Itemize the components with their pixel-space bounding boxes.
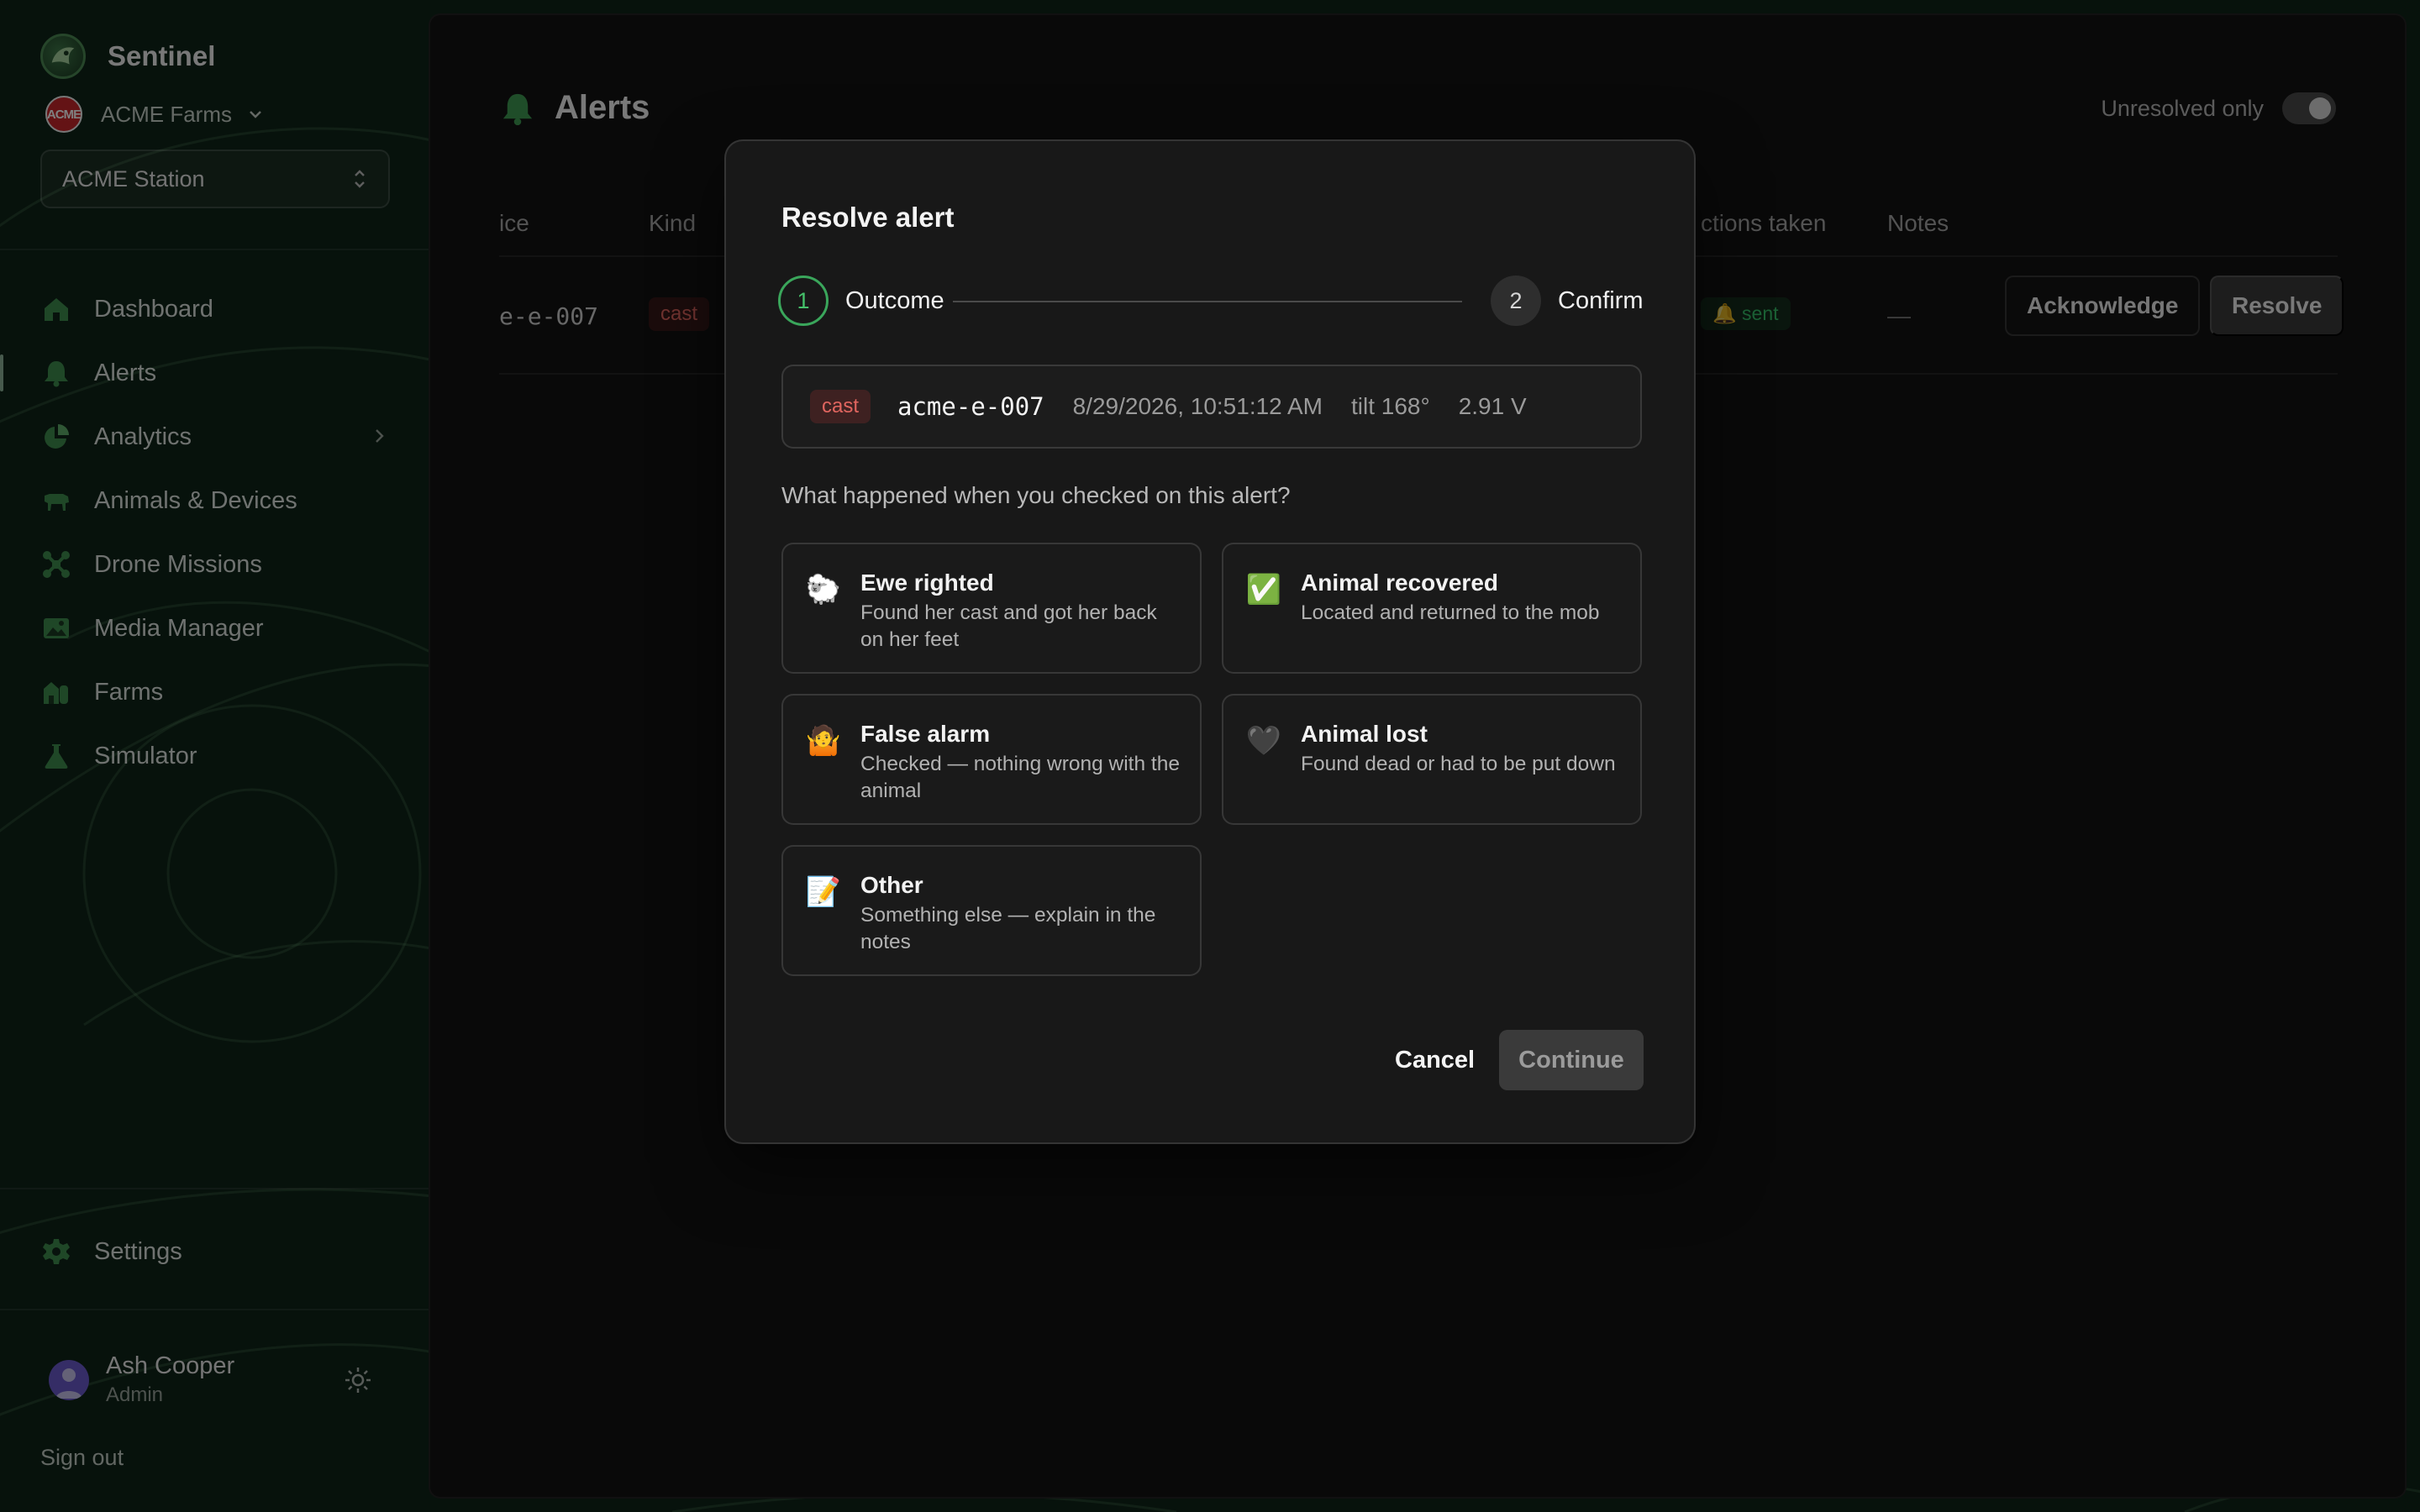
- summary-tilt: tilt 168°: [1350, 393, 1430, 419]
- sheep-icon: 🐑: [805, 574, 842, 606]
- option-animal-lost[interactable]: 🖤 Animal lost Found dead or had to be pu…: [1222, 694, 1642, 825]
- option-title: False alarm: [860, 721, 991, 747]
- summary-device: acme-e-007: [897, 392, 1044, 421]
- check-mark-icon: ✅: [1245, 574, 1282, 606]
- option-desc: Checked — nothing wrong with the animal: [860, 753, 1180, 802]
- shrug-icon: 🤷: [805, 725, 842, 757]
- continue-button[interactable]: Continue: [1499, 1030, 1644, 1090]
- step-1-label: Outcome: [845, 287, 944, 314]
- option-desc: Located and returned to the mob: [1301, 601, 1600, 624]
- option-other[interactable]: 📝 Other Something else — explain in the …: [781, 845, 1202, 976]
- option-title: Ewe righted: [860, 570, 994, 596]
- option-animal-recovered[interactable]: ✅ Animal recovered Located and returned …: [1222, 543, 1642, 674]
- option-title: Animal lost: [1301, 721, 1428, 747]
- stepper: 1 Outcome 2 Confirm: [778, 274, 1644, 328]
- cancel-button[interactable]: Cancel: [1371, 1030, 1498, 1090]
- memo-icon: 📝: [805, 876, 842, 908]
- step-1-indicator: 1: [778, 276, 829, 326]
- option-title: Other: [860, 872, 923, 898]
- option-ewe-righted[interactable]: 🐑 Ewe righted Found her cast and got her…: [781, 543, 1202, 674]
- option-desc: Something else — explain in the notes: [860, 904, 1156, 953]
- summary-timestamp: 8/29/2026, 10:51:12 AM: [1072, 393, 1323, 419]
- step-connector: [953, 301, 1462, 302]
- option-title: Animal recovered: [1301, 570, 1498, 596]
- option-false-alarm[interactable]: 🤷 False alarm Checked — nothing wrong wi…: [781, 694, 1202, 825]
- alert-summary: cast acme-e-007 8/29/2026, 10:51:12 AM t…: [781, 365, 1642, 449]
- kind-badge: cast: [810, 390, 871, 423]
- dialog-title: Resolve alert: [781, 202, 955, 233]
- outcome-question: What happened when you checked on this a…: [781, 482, 1291, 508]
- resolve-alert-dialog: Resolve alert 1 Outcome 2 Confirm cast a…: [724, 139, 1696, 1144]
- summary-voltage: 2.91 V: [1458, 393, 1527, 419]
- step-2-label: Confirm: [1558, 287, 1644, 314]
- black-heart-icon: 🖤: [1245, 725, 1282, 757]
- step-2-indicator: 2: [1491, 276, 1541, 326]
- option-desc: Found dead or had to be put down: [1301, 753, 1616, 775]
- option-desc: Found her cast and got her back on her f…: [860, 601, 1157, 651]
